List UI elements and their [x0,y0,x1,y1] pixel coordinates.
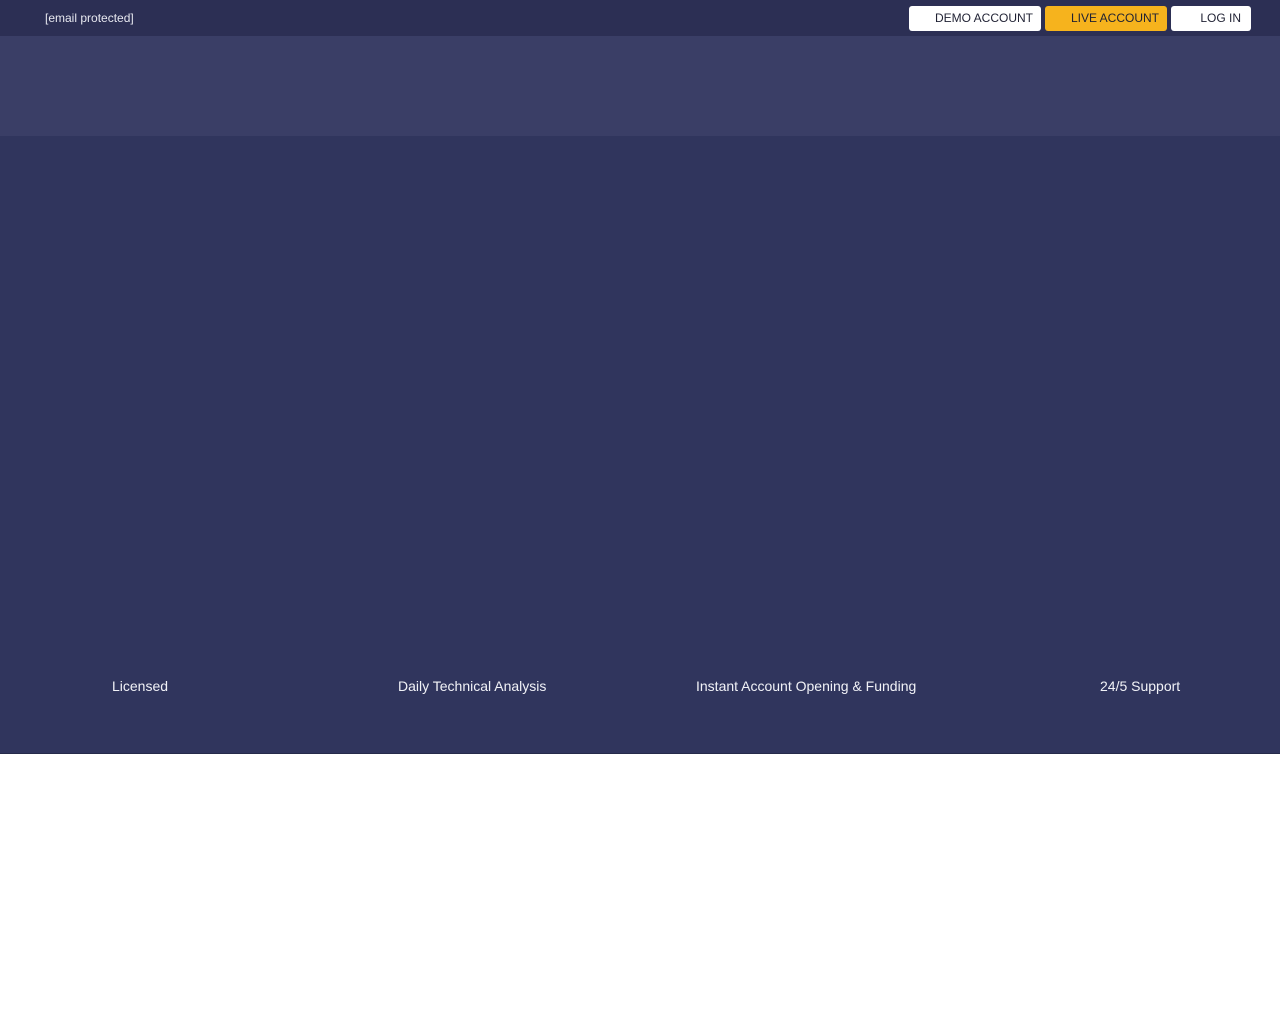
feature-instant-account-opening: Instant Account Opening & Funding [696,678,917,694]
demo-account-button[interactable]: DEMO ACCOUNT [909,6,1041,31]
content-area [0,754,1280,1024]
feature-support: 24/5 Support [1100,678,1181,694]
feature-daily-technical-analysis: Daily Technical Analysis [398,678,547,694]
top-bar: [email protected] DEMO ACCOUNT LIVE ACCO… [0,0,1280,36]
hero-section: Licensed Daily Technical Analysis Instan… [0,136,1280,754]
live-account-button[interactable]: LIVE ACCOUNT [1045,6,1167,31]
feature-licensed: Licensed [112,678,169,694]
navigation-band [0,36,1280,136]
log-in-button[interactable]: LOG IN [1171,6,1251,31]
contact-email-link[interactable]: [email protected] [45,12,134,25]
